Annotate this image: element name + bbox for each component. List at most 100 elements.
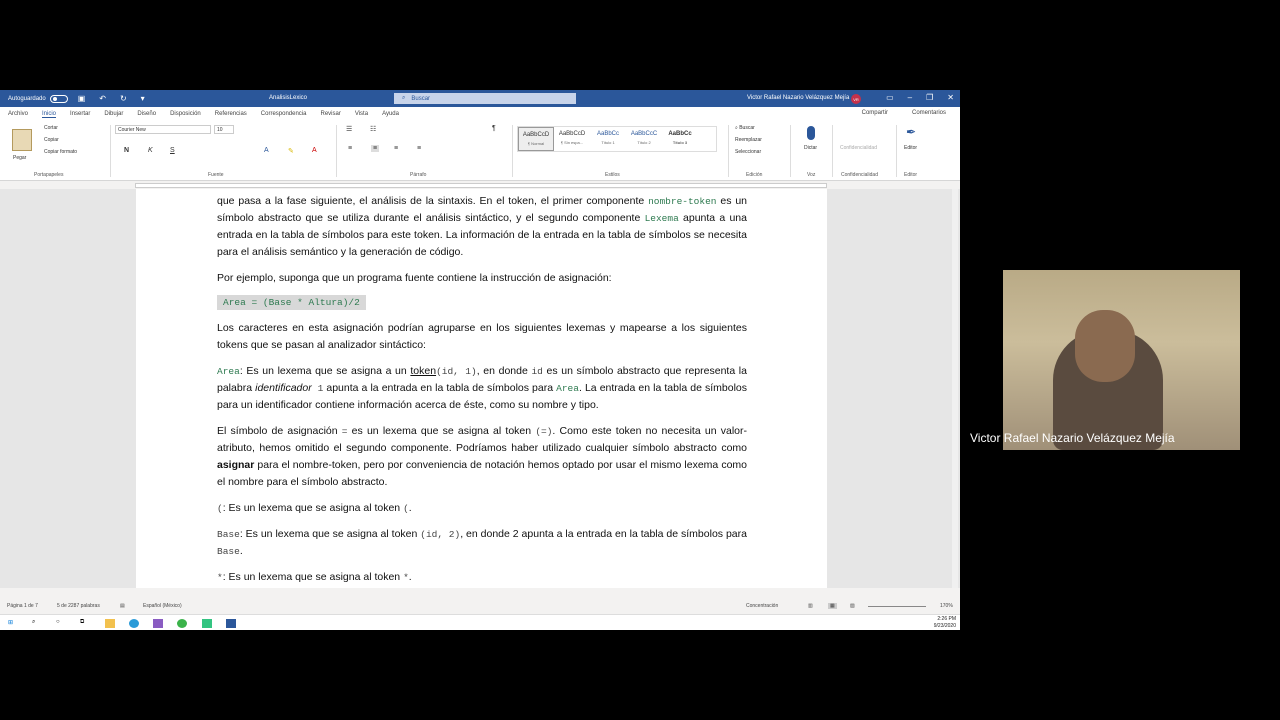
align-left-icon[interactable]: ≡ [348, 145, 352, 152]
tab-revisar[interactable]: Revisar [320, 111, 340, 117]
style-name: Título 1 [601, 140, 615, 145]
align-center-icon[interactable]: ≡ [371, 145, 380, 152]
comments-button[interactable]: Comentarios [912, 110, 946, 116]
editing-group-label: Edición [746, 172, 763, 178]
search-box[interactable]: ⌕ Buscar [394, 93, 576, 104]
paragraph: Los caracteres en esta asignación podría… [217, 322, 747, 351]
tab-referencias[interactable]: Referencias [215, 111, 247, 117]
highlight-icon[interactable]: ✎ [288, 147, 294, 155]
taskbar: ⊞ ⌕ ○ ⧉ 2:26 PM 9/23/2020 [0, 614, 960, 630]
pilcrow-icon[interactable]: ¶ [492, 125, 496, 132]
chrome-icon[interactable] [177, 619, 187, 628]
sensitivity-button[interactable]: Confidencialidad [840, 145, 877, 151]
style-name: ¶ Sin espa... [560, 140, 584, 145]
zoom-slider[interactable] [868, 606, 926, 607]
justify-icon[interactable]: ≡ [417, 145, 421, 152]
numbering-icon[interactable]: ☷ [370, 125, 376, 133]
text-run: : Es un lexema que se asigna al token [222, 571, 404, 583]
style-heading-2[interactable]: AaBbCcC Título 2 [626, 127, 662, 151]
code-run: id [531, 366, 543, 377]
avatar[interactable]: VR [851, 94, 861, 104]
document-title[interactable]: AnalisisLexico [269, 95, 307, 101]
tab-diseno[interactable]: Diseño [137, 111, 156, 117]
save-icon[interactable]: ▣ [78, 94, 86, 103]
bullets-icon[interactable]: ☰ [346, 125, 352, 133]
tab-ayuda[interactable]: Ayuda [382, 111, 399, 117]
ruler[interactable] [0, 181, 960, 189]
tab-disposicion[interactable]: Disposición [170, 111, 201, 117]
task-view-icon[interactable]: ⧉ [80, 619, 90, 628]
text-run: El símbolo de asignación [217, 425, 342, 437]
editor-button[interactable]: Editor [904, 145, 917, 151]
autosave[interactable]: Autoguardado [8, 94, 68, 103]
align-right-icon[interactable]: ≡ [394, 145, 398, 152]
style-name: Título 3 [672, 140, 688, 145]
edge-icon[interactable] [129, 619, 139, 628]
dictate-button[interactable]: Dictar [804, 145, 817, 151]
bold-icon[interactable]: N [124, 147, 129, 154]
customize-icon[interactable]: ▾ [141, 94, 145, 103]
copy-button[interactable]: Copiar [44, 137, 59, 143]
ribbon-display-icon[interactable]: ▭ [886, 93, 894, 102]
style-normal[interactable]: AaBbCcD ¶ Normal [518, 127, 554, 151]
font-name-select[interactable]: Courier New [115, 125, 211, 134]
italic-icon[interactable]: K [148, 147, 153, 154]
focus-button[interactable]: Concentración [746, 603, 778, 609]
cortana-icon[interactable]: ○ [56, 619, 66, 628]
word-icon[interactable] [226, 619, 236, 628]
tab-correspondencia[interactable]: Correspondencia [261, 111, 307, 117]
tab-archivo[interactable]: Archivo [8, 111, 28, 117]
undo-icon[interactable]: ↶ [99, 94, 106, 103]
paste-label[interactable]: Pegar [13, 155, 26, 161]
vertical-scrollbar[interactable] [952, 189, 958, 588]
replace-button[interactable]: Reemplazar [735, 137, 762, 143]
user-name[interactable]: Victor Rafael Nazario Velázquez Mejía [747, 95, 849, 101]
redo-icon[interactable]: ↻ [120, 94, 127, 103]
start-icon[interactable]: ⊞ [8, 619, 18, 628]
minimize-icon[interactable]: – [908, 93, 912, 102]
search-icon[interactable]: ⌕ [32, 619, 42, 628]
tab-inicio[interactable]: Inicio [42, 111, 57, 118]
style-no-spacing[interactable]: AaBbCcD ¶ Sin espa... [554, 127, 590, 151]
style-heading-3[interactable]: AaBbCc Título 3 [662, 127, 698, 151]
clock[interactable]: 2:26 PM 9/23/2020 [934, 616, 956, 630]
file-explorer-icon[interactable] [105, 619, 115, 628]
text-effects-icon[interactable]: A [264, 147, 269, 154]
find-button[interactable]: ⌕ Buscar [735, 125, 755, 131]
word-count[interactable]: 5 de 2287 palabras [57, 603, 100, 609]
paste-icon[interactable] [12, 129, 32, 151]
print-layout-icon[interactable]: ▦ [828, 603, 837, 609]
paragraph: *: Es un lexema que se asigna al token *… [217, 569, 747, 586]
text-run: , en donde [476, 365, 532, 377]
restore-icon[interactable]: ❐ [926, 93, 933, 102]
select-button[interactable]: Seleccionar [735, 149, 761, 155]
app-icon[interactable] [202, 619, 212, 628]
style-heading-1[interactable]: AaBbCc Título 1 [590, 127, 626, 151]
underline-icon[interactable]: S [170, 147, 175, 154]
font-color-icon[interactable]: A [312, 147, 317, 154]
microphone-icon[interactable] [807, 126, 815, 140]
participant-head [1075, 310, 1135, 382]
visual-studio-icon[interactable] [153, 619, 163, 628]
cut-button[interactable]: Cortar [44, 125, 58, 131]
font-size-select[interactable]: 10 [214, 125, 234, 134]
tab-insertar[interactable]: Insertar [70, 111, 90, 117]
language[interactable]: Español (México) [143, 603, 182, 609]
read-mode-icon[interactable]: ▥ [808, 603, 813, 609]
format-painter-button[interactable]: Copiar formato [44, 149, 77, 155]
tab-dibujar[interactable]: Dibujar [104, 111, 123, 117]
webcam-video [1003, 270, 1240, 450]
document-page[interactable]: que pasa a la fase siguiente, el análisi… [136, 189, 827, 588]
tab-vista[interactable]: Vista [355, 111, 368, 117]
close-icon[interactable]: ✕ [947, 93, 954, 102]
share-button[interactable]: Compartir [862, 110, 888, 116]
proofing-icon[interactable]: ▤ [120, 603, 125, 609]
zoom-level[interactable]: 170% [940, 603, 953, 609]
text-run: : Es un lexema que se asigna al token [239, 528, 421, 540]
autosave-toggle[interactable] [49, 94, 68, 103]
document-body[interactable]: que pasa a la fase siguiente, el análisi… [217, 193, 747, 588]
web-layout-icon[interactable]: ▧ [850, 603, 855, 609]
page-count[interactable]: Página 1 de 7 [7, 603, 38, 609]
text-run: es un lexema que se asigna al token [347, 425, 536, 437]
editor-icon[interactable]: ✒ [906, 125, 916, 139]
